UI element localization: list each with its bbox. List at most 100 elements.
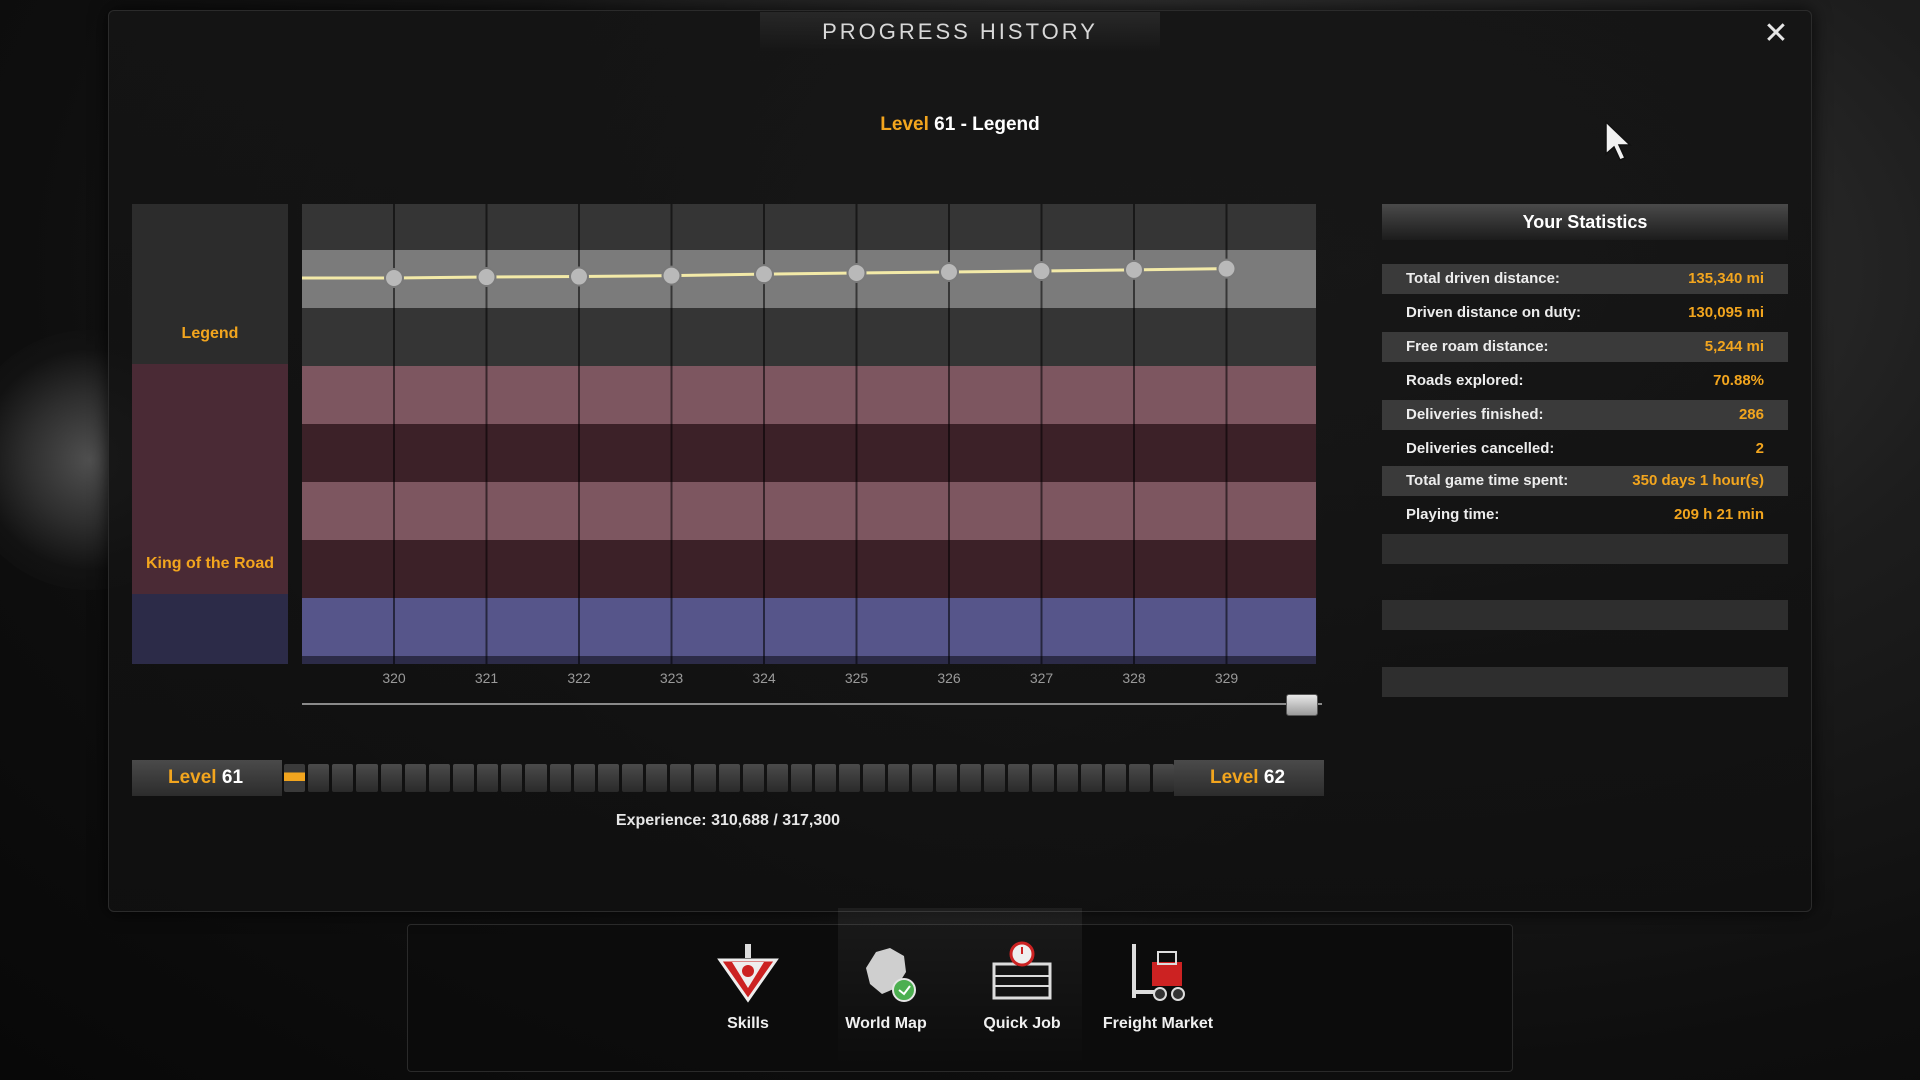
stat-row: Free roam distance: 5,244 mi	[1382, 332, 1788, 362]
x-tick-label: 323	[659, 670, 684, 686]
xp-current-level: Level 61	[132, 760, 282, 796]
progress-point	[1031, 261, 1052, 282]
xp-progress-bar	[284, 760, 1175, 796]
nav-freight-market-label: Freight Market	[1102, 1015, 1214, 1032]
xp-segment	[1032, 764, 1054, 792]
nav-world-map-label: World Map	[845, 1015, 927, 1032]
xp-next-number: 62	[1263, 767, 1286, 788]
xp-next-level: Level 62	[1174, 760, 1324, 796]
x-tick-label: 324	[752, 670, 776, 686]
nav-world-map-button[interactable]: World Map	[826, 938, 946, 1033]
progress-point	[1124, 259, 1144, 280]
stat-row: Deliveries cancelled: 2	[1382, 434, 1788, 464]
stat-row: Total game time spent: 350 days 1 hour(s)	[1382, 466, 1788, 496]
stat-value: 286	[1738, 406, 1764, 423]
stat-value: 130,095 mi	[1688, 304, 1764, 321]
stat-row: Total driven distance: 135,340 mi	[1382, 264, 1788, 294]
chart-scroll-track[interactable]	[302, 703, 1322, 705]
xp-segment	[1056, 764, 1078, 792]
xp-segment	[839, 764, 861, 792]
close-icon[interactable]: ✕	[1760, 18, 1792, 50]
level-number: 61	[934, 114, 956, 135]
stat-label: Deliveries finished:	[1406, 406, 1544, 423]
stat-value: 209 h 21 min	[1673, 506, 1764, 523]
stats-title: Your Statistics	[1382, 204, 1788, 240]
mouse-cursor-icon	[1605, 120, 1632, 161]
xp-segment	[284, 764, 306, 792]
xp-segment	[332, 764, 354, 792]
xp-segment	[959, 764, 982, 792]
x-tick-label: 326	[937, 670, 961, 686]
xp-current-number: 61	[221, 767, 244, 788]
xp-segment	[935, 764, 957, 792]
xp-segment	[1153, 764, 1175, 792]
stats-empty-row	[1382, 667, 1788, 697]
xp-segment	[404, 764, 426, 792]
progress-point	[754, 264, 774, 285]
stat-label: Total driven distance:	[1406, 270, 1560, 287]
xp-segment	[790, 764, 813, 792]
xp-segment	[1104, 764, 1126, 792]
xp-segment	[501, 764, 523, 792]
stat-value: 5,244 mi	[1704, 338, 1764, 355]
level-rank: - Legend	[960, 114, 1040, 135]
stat-row: Driven distance on duty: 130,095 mi	[1382, 298, 1788, 328]
x-tick-label: 320	[382, 670, 406, 686]
xp-segment	[887, 764, 909, 792]
stat-row: Roads explored: 70.88%	[1382, 366, 1788, 396]
experience-text: Experience: 310,688 / 317,300	[615, 812, 841, 829]
xp-segment	[646, 764, 668, 792]
stats-empty-row	[1382, 534, 1788, 564]
x-tick-label: 322	[567, 670, 591, 686]
progress-point	[661, 265, 682, 286]
xp-segment	[742, 764, 764, 792]
stat-row: Deliveries finished: 286	[1382, 400, 1788, 430]
xp-segment	[452, 764, 475, 792]
xp-segment	[525, 764, 547, 792]
progress-chart	[302, 204, 1316, 664]
xp-segment	[694, 764, 716, 792]
xp-segment	[621, 764, 644, 792]
nav-freight-market-button[interactable]: Freight Market	[1098, 938, 1218, 1033]
x-tick-label: 325	[844, 670, 869, 686]
progress-point	[384, 268, 404, 288]
xp-segment	[911, 764, 933, 792]
xp-segment	[766, 764, 788, 792]
stat-label: Deliveries cancelled:	[1406, 440, 1555, 457]
progress-point	[476, 267, 497, 288]
x-tick-label: 327	[1029, 670, 1054, 686]
xp-segment	[670, 764, 692, 792]
level-prefix: Level	[880, 114, 929, 135]
x-tick-label: 328	[1122, 670, 1146, 686]
xp-segment	[573, 764, 595, 792]
progress-point	[939, 262, 959, 282]
stat-value: 135,340 mi	[1688, 270, 1764, 287]
rank-next-column	[132, 594, 288, 664]
progress-point	[1216, 258, 1237, 279]
rank-label-king: King of the Road	[146, 555, 274, 572]
x-tick-label: 321	[474, 670, 499, 686]
stat-value: 350 days 1 hour(s)	[1632, 472, 1764, 489]
chart-scroll-thumb[interactable]	[1286, 694, 1318, 716]
progress-point	[569, 266, 589, 287]
nav-quick-job-button[interactable]: Quick Job	[962, 938, 1082, 1033]
current-level-heading: Level 61 - Legend	[760, 114, 1160, 136]
xp-segment	[428, 764, 450, 792]
stat-label: Total game time spent:	[1406, 472, 1569, 489]
x-tick-label: 329	[1214, 670, 1239, 686]
xp-segment	[477, 764, 499, 792]
xp-segment	[984, 764, 1006, 792]
xp-current-prefix: Level	[168, 767, 217, 788]
stat-row: Playing time: 209 h 21 min	[1382, 500, 1788, 530]
stat-label: Roads explored:	[1406, 372, 1524, 389]
progress-point	[846, 262, 867, 283]
nav-quick-job-label: Quick Job	[983, 1015, 1061, 1032]
stat-value: 70.88%	[1713, 372, 1764, 389]
stat-label: Playing time:	[1406, 506, 1500, 523]
nav-skills-button[interactable]: Skills	[688, 938, 808, 1033]
freight-market-forklift-icon	[1132, 944, 1185, 1001]
xp-segment	[380, 764, 402, 792]
quick-job-icon	[992, 941, 1052, 1000]
stats-empty-row	[1382, 600, 1788, 630]
xp-segment	[1008, 764, 1030, 792]
